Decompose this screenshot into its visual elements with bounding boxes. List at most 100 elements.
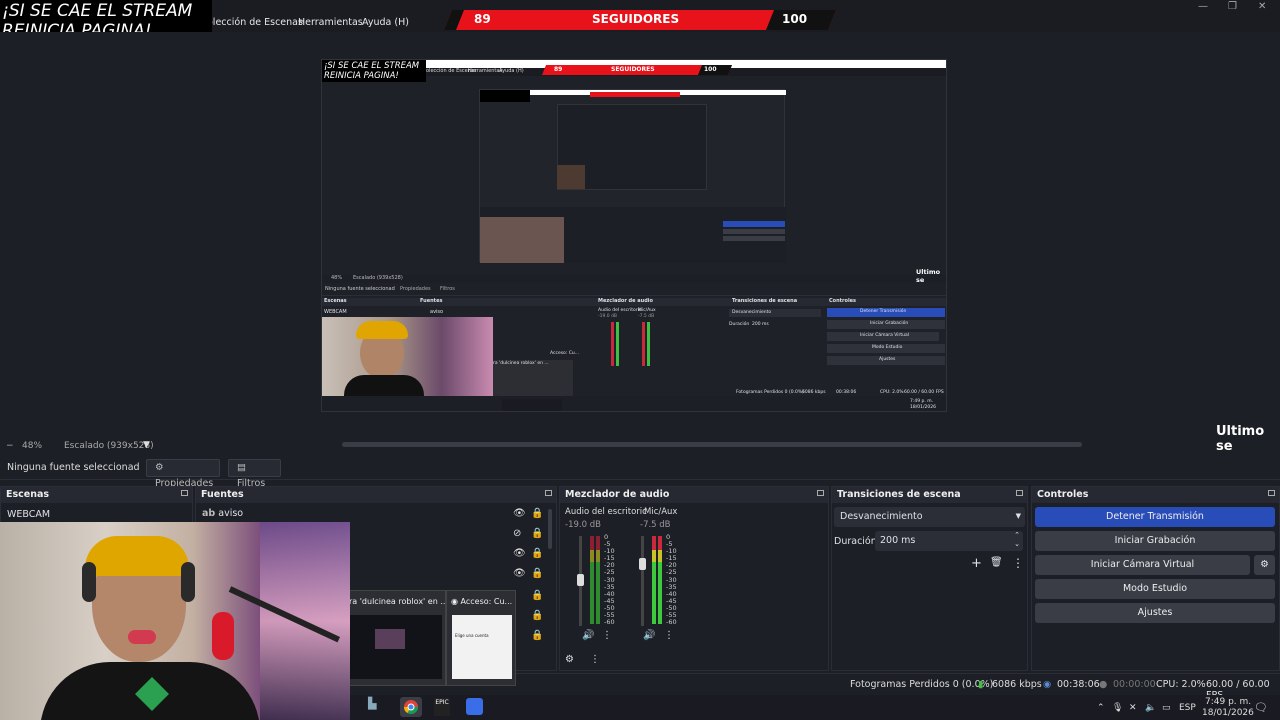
dock-popout-icon[interactable]: [817, 490, 824, 496]
mic-volume-slider[interactable]: [641, 536, 644, 626]
nested-ticker: Ultimo se: [916, 268, 941, 284]
kebab-menu-icon[interactable]: ⋮: [664, 630, 674, 641]
visibility-eye-icon[interactable]: 👁: [513, 548, 526, 559]
start-recording-button[interactable]: Iniciar Grabación: [1035, 531, 1275, 551]
stream-time: 00:38:06: [1057, 679, 1100, 690]
nested-dock-sources: Fuentes: [420, 298, 443, 304]
nested-preview: ¡SI SE CAE EL STREAM REINICIA PAGINA! ol…: [321, 59, 947, 412]
chrome-taskbar-button[interactable]: [400, 697, 422, 717]
nested-overlay-line-1: ¡SI SE CAE EL STREAM: [324, 61, 420, 71]
nested-bitrate: 6086 kbps: [802, 390, 826, 395]
notifications-icon[interactable]: 🗨: [1254, 701, 1268, 714]
task-preview-chrome-2[interactable]: ◉ Acceso: Cu... Elige una cuenta: [446, 590, 516, 686]
nested-dropped: Fotogramas Perdidos 0 (0.0%): [736, 390, 804, 395]
visibility-eye-icon[interactable]: 👁: [513, 568, 526, 579]
visibility-hidden-icon[interactable]: ⊘: [513, 528, 521, 539]
clock-date[interactable]: 18/01/2026: [1202, 708, 1254, 718]
nested-menu-3: Ayuda (H): [499, 68, 524, 74]
follower-goal-bar: 89 SEGUIDORES 100: [444, 10, 836, 30]
mic-mute-icon[interactable]: ✕: [1129, 703, 1137, 713]
nested-dock-controls: Controles: [829, 298, 857, 304]
trash-icon[interactable]: 🗑: [990, 557, 1003, 568]
cpu-usage: CPU: 2.0%: [1156, 679, 1206, 690]
add-transition-icon[interactable]: +: [971, 556, 982, 571]
lock-icon[interactable]: 🔒: [531, 610, 543, 621]
close-icon[interactable]: ✕: [1258, 1, 1266, 12]
spin-arrows-icon[interactable]: ⌃ ⌄: [1014, 531, 1020, 549]
speaker-icon[interactable]: 🔊: [643, 630, 655, 641]
ticker-text: Ultimo se: [1216, 424, 1265, 454]
nested-props: Propiedades: [400, 286, 431, 292]
speaker-icon[interactable]: 🔊: [582, 630, 594, 641]
lock-icon[interactable]: 🔒: [531, 508, 543, 519]
nested-follower-label: SEGUIDORES: [611, 66, 655, 73]
kebab-menu-icon[interactable]: ⋮: [1012, 556, 1024, 570]
scaling-dropdown-icon[interactable]: ▼: [143, 440, 150, 450]
tray-chevron-icon[interactable]: ⌃: [1097, 703, 1105, 713]
settings-button[interactable]: Ajustes: [1035, 603, 1275, 623]
kebab-menu-icon[interactable]: ⋮: [602, 630, 612, 641]
nested-durval: 200 ms: [752, 322, 769, 327]
no-source-label: Ninguna fuente seleccionad: [7, 462, 140, 473]
restore-icon[interactable]: ❐: [1228, 1, 1237, 12]
studio-mode-button[interactable]: Modo Estudio: [1035, 579, 1275, 599]
input-language[interactable]: ESP: [1179, 703, 1196, 713]
nested-overlay: ¡SI SE CAE EL STREAM REINICIA PAGINA!: [322, 60, 426, 82]
menu-scene-collection[interactable]: olección de Escenas: [207, 17, 303, 28]
volume-icon[interactable]: 🔈: [1145, 703, 1156, 713]
stop-streaming-button[interactable]: Detener Transmisión: [1035, 507, 1275, 527]
scene-item-webcam[interactable]: WEBCAM: [1, 507, 186, 523]
microphone-icon[interactable]: 🎙: [1112, 703, 1123, 713]
lock-icon[interactable]: 🔒: [531, 630, 543, 641]
virtual-camera-settings-button[interactable]: ⚙: [1254, 555, 1275, 575]
follower-goal: 100: [782, 12, 808, 26]
dock-popout-icon[interactable]: [545, 490, 552, 496]
task-preview-chrome-1[interactable]: ra 'dulcinea roblox' en ...: [344, 590, 448, 686]
mixer-scale-desktop: 0 -5 -10 -15 -20 -25 -30 -35 -40 -45 -50 -55 -60: [604, 533, 618, 626]
duration-input[interactable]: 200 ms ⌃ ⌄: [875, 531, 1023, 551]
mixer-channel-desktop: Audio del escritoric: [565, 507, 647, 517]
dock-popout-icon[interactable]: [1268, 490, 1275, 496]
zoom-out-button[interactable]: −: [6, 441, 14, 451]
clock-time[interactable]: 7:49 p. m.: [1205, 697, 1251, 707]
mixer-scale-tick: -60: [666, 618, 677, 627]
minimize-icon[interactable]: —: [1198, 1, 1208, 12]
properties-button[interactable]: ⚙ Propiedades: [146, 459, 220, 489]
nested-dock-scenes: Escenas: [324, 298, 347, 304]
source-item-aviso[interactable]: ab aviso: [202, 508, 243, 519]
gear-icon: ⚙: [1260, 559, 1269, 570]
preview-scrollbar[interactable]: [342, 442, 1082, 447]
dock-popout-icon[interactable]: [181, 490, 188, 496]
desktop-volume-handle[interactable]: [577, 574, 584, 586]
network-icon[interactable]: ▭: [1162, 703, 1171, 713]
mic-volume-handle[interactable]: [639, 558, 646, 570]
mixer-settings-icon[interactable]: ⚙: [565, 654, 574, 665]
lock-icon[interactable]: 🔒: [531, 528, 543, 539]
nested-ctl-2: Iniciar Grabación: [870, 321, 909, 326]
sources-scrollbar[interactable]: [548, 509, 552, 549]
filters-button[interactable]: ▤ Filtros: [228, 459, 281, 489]
lock-icon[interactable]: 🔒: [531, 548, 543, 559]
lock-icon[interactable]: 🔒: [531, 590, 543, 601]
kebab-menu-icon[interactable]: ⋮: [590, 654, 600, 665]
transitions-dock-header: Transiciones de escena: [832, 487, 1027, 503]
visibility-eye-icon[interactable]: 👁: [513, 508, 526, 519]
transition-select[interactable]: Desvanecimiento ▼: [834, 507, 1025, 527]
gear-icon: ⚙: [155, 462, 164, 473]
roblox-icon[interactable]: [466, 698, 483, 715]
mixer-channel-mic: Mic/Aux: [644, 507, 678, 517]
stream-icon: ◉: [1043, 679, 1052, 690]
app-icon[interactable]: ▙: [368, 697, 384, 715]
dock-popout-icon[interactable]: [1016, 490, 1023, 496]
mixer-title: Mezclador de audio: [565, 489, 670, 500]
zoom-value: 48%: [22, 441, 43, 451]
menu-tools[interactable]: Herramientas: [298, 17, 363, 28]
start-virtual-camera-button[interactable]: Iniciar Cámara Virtual: [1035, 555, 1250, 575]
nested-no-source: Ninguna fuente seleccionad: [325, 286, 395, 292]
nested-fps: 60.00 / 60.00 FPS: [904, 390, 944, 395]
epic-games-icon[interactable]: EPIC: [434, 698, 450, 716]
nested-popup2: Acceso: Cu...: [550, 351, 580, 356]
lock-icon[interactable]: 🔒: [531, 568, 543, 579]
task-preview-inner-text: Elige una cuenta: [455, 633, 489, 638]
menu-help[interactable]: Ayuda (H): [362, 17, 409, 28]
